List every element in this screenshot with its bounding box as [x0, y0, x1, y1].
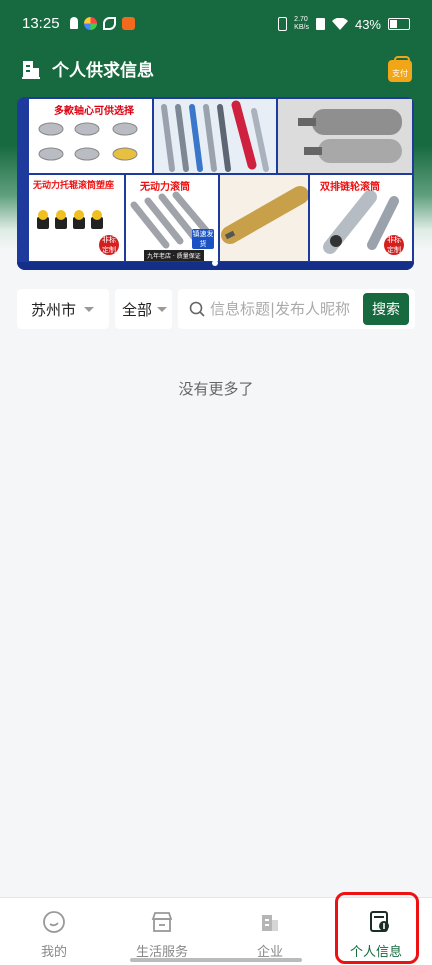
highlight-box	[335, 892, 419, 964]
promo-banner[interactable]: 多款轴心可供选择 无动力托辊滚筒塑座 非标定制 无动力滚筒 镇速发货 九年老店 …	[17, 97, 414, 270]
custom-badge: 非标定制	[99, 235, 119, 255]
city-value: 苏州市	[31, 300, 77, 319]
leaf-icon	[103, 17, 116, 30]
fast-ship-badge: 镇速发货	[192, 229, 214, 249]
banner-panel-axle-closeup	[278, 99, 412, 173]
banner-panel-title: 无动力托辊滚筒塑座	[33, 181, 115, 191]
status-bar: 13:25 2.70 KB/s 43%	[0, 0, 432, 50]
category-select[interactable]: 全部	[115, 289, 172, 329]
tab-life-services[interactable]: 生活服务	[108, 898, 216, 965]
category-value: 全部	[122, 300, 153, 319]
banner-footer-text: 九年老店 · 质量保证	[144, 250, 204, 261]
search-button[interactable]: 搜索	[363, 293, 409, 325]
status-time: 13:25	[22, 15, 60, 32]
battery-percent: 43%	[354, 16, 381, 32]
search-icon	[189, 301, 205, 317]
wifi-icon	[331, 18, 348, 30]
banner-panel-title: 无动力滚筒	[140, 182, 190, 193]
banner-panel-axles: 多款轴心可供选择	[29, 99, 152, 173]
city-select[interactable]: 苏州市	[17, 289, 109, 329]
notification-icons	[70, 17, 135, 30]
banner-panel-powerless: 无动力滚筒 镇速发货 九年老店 · 质量保证	[126, 175, 218, 261]
sim-icon	[315, 18, 325, 30]
axle-closeup-image	[298, 109, 402, 163]
chevron-down-icon	[157, 306, 168, 312]
network-speed: 2.70 KB/s	[294, 16, 309, 31]
banner-panel-rollers-top	[154, 99, 276, 173]
rollers-image	[161, 100, 269, 172]
banner-panel-chain: 双排链轮滚筒 非标定制	[310, 175, 412, 261]
chevron-down-icon	[84, 306, 95, 312]
banner-panel-coated-roller	[220, 175, 309, 261]
status-right: 2.70 KB/s 43%	[278, 16, 410, 32]
banner-panel-title: 多款轴心可供选择	[54, 106, 134, 117]
bell-icon	[70, 17, 78, 29]
banner-page-indicator[interactable]	[212, 260, 218, 266]
tab-enterprise[interactable]: 企业	[216, 898, 324, 965]
header-title-row: 个人供求信息	[20, 56, 154, 81]
app-badge-icon	[122, 17, 135, 30]
banner-panel-seats: 无动力托辊滚筒塑座 非标定制	[29, 175, 124, 261]
filter-bar: 苏州市 全部 搜索	[17, 289, 415, 329]
search-input[interactable]	[210, 298, 355, 320]
search-box: 搜索	[178, 289, 415, 329]
coated-roller-image	[221, 186, 309, 244]
custom-badge: 非标定制	[384, 235, 404, 255]
battery-icon	[388, 18, 410, 30]
building-icon	[22, 60, 40, 79]
shop-icon	[151, 912, 173, 932]
pay-label: 支付	[392, 69, 408, 78]
pay-button[interactable]: 支付	[386, 56, 414, 84]
tab-label: 我的	[40, 945, 67, 960]
building-icon	[262, 915, 278, 931]
banner-panel-title: 双排链轮滚筒	[320, 182, 380, 193]
vibrate-icon	[278, 17, 288, 31]
tab-mine[interactable]: 我的	[0, 898, 108, 965]
page-title: 个人供求信息	[52, 61, 154, 81]
empty-list-text: 没有更多了	[178, 380, 254, 398]
smile-icon	[43, 911, 65, 933]
home-indicator[interactable]	[130, 958, 302, 962]
color-wheel-icon	[84, 17, 97, 30]
